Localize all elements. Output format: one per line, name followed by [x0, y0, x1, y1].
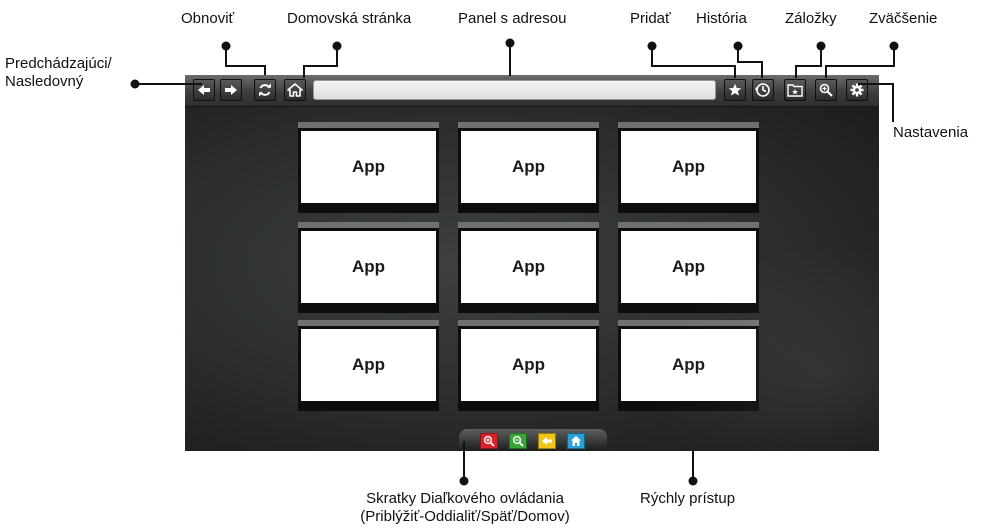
- callout-remote-shortcuts: Skratky Diaľkového ovládania (Priblýžiť-…: [300, 490, 630, 526]
- zoom-in-icon: [483, 435, 495, 447]
- star-icon: [728, 83, 742, 96]
- callout-quick-access: Rýchly prístup: [640, 490, 736, 507]
- app-tile-9[interactable]: App: [618, 320, 759, 411]
- gear-icon: [850, 83, 864, 97]
- bookmarks-button[interactable]: [784, 79, 806, 101]
- app-label: App: [301, 329, 436, 401]
- callout-homepage: Domovská stránka: [287, 10, 412, 27]
- home-icon: [287, 83, 303, 97]
- app-tile-6[interactable]: App: [618, 222, 759, 313]
- zoom-in-shortcut-button[interactable]: [480, 433, 498, 449]
- remote-shortcuts-bar: [459, 429, 607, 451]
- refresh-icon: [259, 83, 271, 97]
- app-tile-1[interactable]: App: [298, 122, 439, 213]
- settings-button[interactable]: [846, 79, 868, 101]
- history-button[interactable]: [752, 79, 774, 101]
- back-icon: [542, 437, 552, 445]
- magnifier-icon: [819, 83, 833, 97]
- callout-zoom: Zväčšenie: [869, 10, 938, 27]
- callout-bookmarks: Záložky: [785, 10, 837, 27]
- callout-remote-shortcuts-line2: (Priblýžiť-Oddialiť/Späť/Domov): [360, 508, 570, 525]
- add-bookmark-button[interactable]: [724, 79, 746, 101]
- bookmark-folder-icon: [787, 84, 803, 97]
- address-bar-input[interactable]: [313, 80, 716, 100]
- browser-toolbar: [185, 75, 879, 107]
- refresh-button[interactable]: [254, 79, 276, 101]
- home-icon: [571, 436, 581, 446]
- app-label: App: [301, 231, 436, 303]
- app-tile-8[interactable]: App: [458, 320, 599, 411]
- forward-button[interactable]: [220, 79, 242, 101]
- app-tile-3[interactable]: App: [618, 122, 759, 213]
- arrow-left-icon: [198, 85, 210, 95]
- back-shortcut-button[interactable]: [538, 433, 556, 449]
- home-shortcut-button[interactable]: [567, 433, 585, 449]
- callout-address-bar: Panel s adresou: [458, 10, 567, 27]
- callout-remote-shortcuts-line1: Skratky Diaľkového ovládania: [366, 490, 564, 507]
- app-label: App: [621, 329, 756, 401]
- app-label: App: [621, 231, 756, 303]
- app-label: App: [461, 329, 596, 401]
- app-label: App: [621, 131, 756, 203]
- app-label: App: [461, 131, 596, 203]
- arrow-right-icon: [225, 85, 237, 95]
- zoom-button[interactable]: [815, 79, 837, 101]
- app-tile-2[interactable]: App: [458, 122, 599, 213]
- callout-refresh: Obnoviť: [181, 10, 235, 27]
- back-button[interactable]: [193, 79, 215, 101]
- app-tile-4[interactable]: App: [298, 222, 439, 313]
- app-tile-7[interactable]: App: [298, 320, 439, 411]
- callout-settings: Nastavenia: [893, 124, 969, 141]
- callout-history: História: [696, 10, 747, 27]
- browser-window: App App App App App App App App App: [185, 75, 879, 451]
- callout-add: Pridať: [630, 10, 671, 27]
- app-label: App: [461, 231, 596, 303]
- zoom-out-icon: [512, 435, 524, 447]
- zoom-out-shortcut-button[interactable]: [509, 433, 527, 449]
- app-tile-5[interactable]: App: [458, 222, 599, 313]
- callout-prev-next: Predchádzajúci/ Nasledovný: [5, 55, 112, 90]
- home-button[interactable]: [284, 79, 306, 101]
- app-label: App: [301, 131, 436, 203]
- clock-icon: [755, 83, 770, 97]
